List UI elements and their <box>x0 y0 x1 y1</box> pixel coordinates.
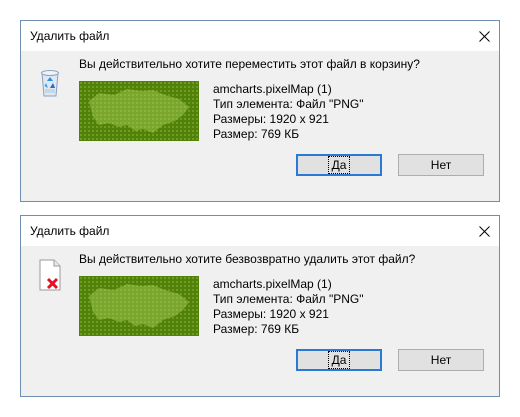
yes-button-label: Да <box>327 156 351 174</box>
file-size: Размер: 769 КБ <box>213 322 300 336</box>
map-thumbnail-icon <box>89 284 189 328</box>
file-type: Тип элемента: Файл "PNG" <box>213 292 364 306</box>
file-dimensions: Размеры: 1920 x 921 <box>213 112 329 126</box>
close-icon <box>478 30 490 42</box>
title-bar: Удалить файл <box>21 216 499 246</box>
file-name: amcharts.pixelMap (1) <box>213 277 332 291</box>
dialog-title: Удалить файл <box>30 29 110 43</box>
dialog-question: Вы действительно хотите переместить этот… <box>79 57 420 71</box>
file-size: Размер: 769 КБ <box>213 127 300 141</box>
close-button[interactable] <box>469 21 499 51</box>
close-button[interactable] <box>469 216 499 246</box>
close-icon <box>478 225 490 237</box>
permanent-delete-dialog: Удалить файл Вы действительно хотите без… <box>20 215 500 397</box>
map-thumbnail-icon <box>89 89 189 133</box>
file-type: Тип элемента: Файл "PNG" <box>213 97 364 111</box>
file-dimensions: Размеры: 1920 x 921 <box>213 307 329 321</box>
file-info: amcharts.pixelMap (1) Тип элемента: Файл… <box>213 277 364 337</box>
recycle-dialog: Удалить файл Вы действительно хотите пер… <box>20 20 500 202</box>
yes-button[interactable]: Да <box>296 154 382 176</box>
yes-button[interactable]: Да <box>296 349 382 371</box>
title-bar: Удалить файл <box>21 21 499 51</box>
file-delete-icon <box>39 259 61 291</box>
file-info: amcharts.pixelMap (1) Тип элемента: Файл… <box>213 82 364 142</box>
no-button[interactable]: Нет <box>398 349 484 371</box>
yes-button-label: Да <box>327 351 351 369</box>
file-thumbnail <box>79 81 199 141</box>
no-button-label: Нет <box>430 353 452 367</box>
recycle-bin-icon <box>41 70 59 97</box>
dialog-question: Вы действительно хотите безвозвратно уда… <box>79 252 416 266</box>
file-name: amcharts.pixelMap (1) <box>213 82 332 96</box>
no-button-label: Нет <box>430 158 452 172</box>
file-thumbnail <box>79 276 199 336</box>
dialog-title: Удалить файл <box>30 224 110 238</box>
no-button[interactable]: Нет <box>398 154 484 176</box>
